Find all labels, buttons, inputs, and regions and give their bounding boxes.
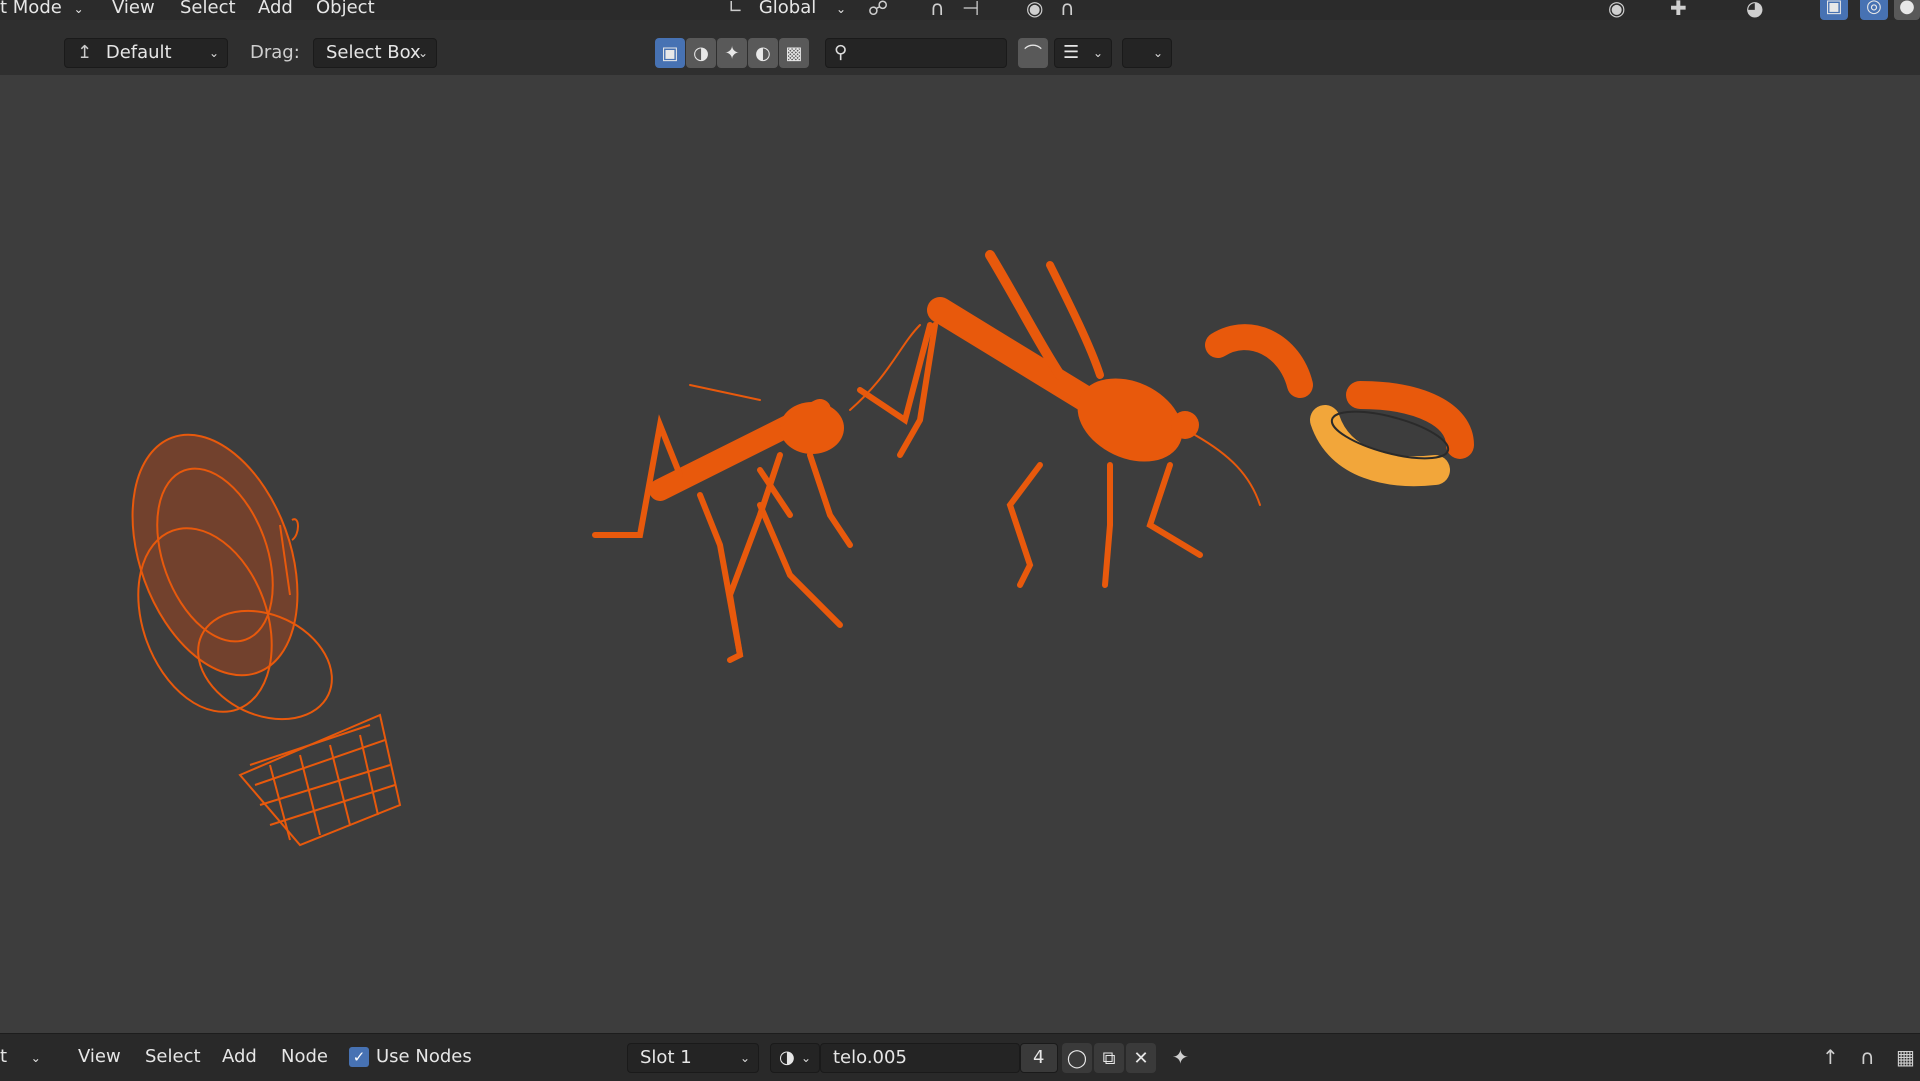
vertex-select-icon[interactable]: ▣	[655, 38, 685, 68]
drag-label: Drag:	[250, 42, 300, 63]
chevron-down-icon: ⌄	[30, 1051, 41, 1065]
hierarchy-icon: ☰	[1063, 42, 1080, 63]
orientation-label: Global	[758, 0, 817, 18]
pivot-point-icon[interactable]: ☍	[868, 0, 888, 19]
world-icon[interactable]: ◐	[748, 38, 778, 68]
chevron-down-icon: ⌄	[417, 46, 428, 60]
options-dropdown[interactable]: ⌄	[1122, 38, 1172, 68]
material-browse-dropdown[interactable]: ◑ ⌄	[770, 1043, 820, 1073]
orientation-axes-icon: ∟	[728, 0, 744, 18]
search-input[interactable]: ⚲	[825, 38, 1007, 68]
footer-menu-node[interactable]: Node	[281, 1046, 328, 1068]
menu-object[interactable]: Object	[316, 0, 375, 19]
snap-magnet-icon[interactable]: ∩	[930, 0, 945, 19]
particles-icon[interactable]: ✦	[717, 38, 747, 68]
parent-node-arrow-icon[interactable]: ↑	[1822, 1046, 1839, 1068]
material-sphere-icon: ◑	[779, 1047, 795, 1068]
viewport-header: t Mode ⌄ View Select Add Object ∟ Global…	[0, 0, 1920, 20]
falloff-curve-icon[interactable]: ∩	[1060, 0, 1075, 19]
visibility-eye-icon[interactable]: ◉	[1608, 0, 1625, 19]
chevron-down-icon: ⌄	[208, 46, 219, 60]
stamp-icon[interactable]: ▩	[779, 38, 809, 68]
chevron-down-icon: ⌄	[1092, 46, 1103, 60]
pin-icon[interactable]: ✦	[1172, 1046, 1189, 1068]
footer-menu-view[interactable]: View	[78, 1046, 121, 1068]
drag-select-dropdown[interactable]: Select Box ⌄	[313, 38, 437, 68]
menu-view[interactable]: View	[112, 0, 155, 19]
gizmo-icon[interactable]: ✚	[1670, 0, 1687, 19]
chevron-down-icon: ⌄	[73, 2, 84, 16]
footer-menu-select[interactable]: Select	[145, 1046, 201, 1068]
curve-icon[interactable]: ⌒	[1018, 38, 1048, 68]
transform-orientation-dropdown[interactable]: ∟ Global ⌄	[728, 0, 846, 20]
use-nodes-label: Use Nodes	[376, 1046, 472, 1067]
slot-dropdown[interactable]: Slot 1 ⌄	[627, 1043, 759, 1073]
footer-menu-add[interactable]: Add	[222, 1046, 257, 1068]
drag-value: Select Box	[326, 42, 421, 63]
chevron-down-icon: ⌄	[800, 1051, 811, 1065]
grasshopper-left[interactable]	[592, 324, 921, 663]
proportional-edit-icon[interactable]: ◉	[1026, 0, 1043, 19]
pivot-label: Default	[105, 42, 172, 63]
unlink-close-icon[interactable]: ✕	[1126, 1043, 1156, 1073]
duplicate-material-icon[interactable]: ⧉	[1094, 1043, 1124, 1073]
fake-user-shield-icon[interactable]: ◯	[1062, 1043, 1092, 1073]
snap-icon[interactable]: ∩	[1860, 1046, 1875, 1068]
user-count: 4	[1033, 1047, 1045, 1068]
menu-add[interactable]: Add	[258, 0, 293, 19]
snail-object[interactable]	[102, 412, 402, 847]
search-icon: ⚲	[834, 42, 848, 63]
3d-viewport[interactable]	[0, 75, 1920, 1033]
material-name-field[interactable]: telo.005	[820, 1043, 1020, 1073]
use-nodes-checkbox[interactable]: ✓	[349, 1047, 369, 1067]
transform-axes-icon: ↥	[77, 42, 93, 63]
mode-label: t Mode	[0, 0, 62, 18]
shader-editor-header: t ⌄ View Select Add Node ✓ Use Nodes Slo…	[0, 1033, 1920, 1081]
transform-pivot-dropdown[interactable]: ↥ Default ⌄	[64, 38, 228, 68]
chevron-down-icon: ⌄	[739, 1051, 750, 1065]
grid-snap-icon[interactable]: ▦	[1896, 1046, 1915, 1068]
xray-toggle-icon[interactable]: ▣	[1820, 0, 1848, 20]
scene-canvas	[102, 250, 1474, 847]
material-name: telo.005	[833, 1047, 907, 1068]
hierarchy-dropdown[interactable]: ☰ ⌄	[1054, 38, 1112, 68]
snap-increment-icon[interactable]: ⊣	[962, 0, 979, 19]
mode-dropdown[interactable]: t Mode ⌄	[0, 0, 84, 20]
chevron-down-icon: ⌄	[835, 2, 847, 16]
grasshopper-right[interactable]	[857, 250, 1261, 588]
menu-select[interactable]: Select	[180, 0, 236, 19]
editor-type-dropdown[interactable]: t ⌄	[0, 1046, 41, 1069]
overlays-icon[interactable]: ◕	[1746, 0, 1763, 19]
editor-type-label: t	[0, 1046, 8, 1067]
solid-shading-icon[interactable]: ●	[1894, 0, 1920, 20]
slot-label: Slot 1	[640, 1047, 692, 1068]
wireframe-shading-icon[interactable]: ◎	[1860, 0, 1888, 20]
object-shading-icon[interactable]: ◑	[686, 38, 716, 68]
chevron-down-icon: ⌄	[1152, 46, 1163, 60]
user-count-button[interactable]: 4	[1020, 1043, 1058, 1073]
